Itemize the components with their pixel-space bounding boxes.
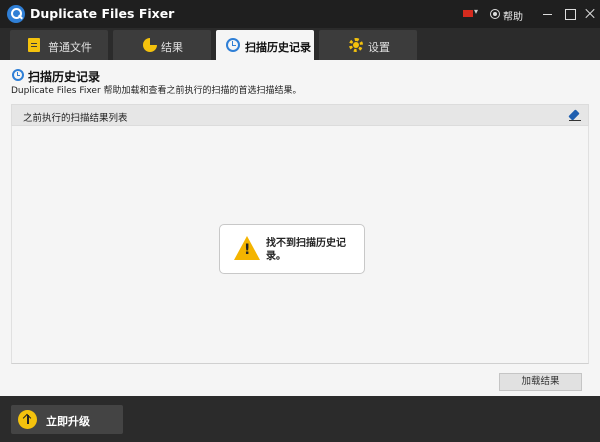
maximize-button[interactable] [560,4,580,24]
app-logo-icon [7,5,25,23]
tab-label: 设置 [368,41,390,54]
empty-state-message: 找不到扫描历史记录。 [219,224,365,274]
chevron-down-icon[interactable]: ▾ [474,7,478,16]
eraser-icon[interactable] [568,108,582,122]
scan-list-header: 之前执行的扫描结果列表 [11,104,589,126]
main-content: 扫描历史记录 Duplicate Files Fixer 帮助加载和查看之前执行… [0,60,600,396]
bottom-bar: 立即升级 [0,396,600,442]
app-title: Duplicate Files Fixer [30,6,175,21]
scan-list-title: 之前执行的扫描结果列表 [23,113,128,124]
tab-label: 普通文件 [48,41,92,54]
upgrade-now-button[interactable]: 立即升级 [11,405,123,434]
tab-normal-files[interactable]: 普通文件 [10,30,108,60]
tab-label: 结果 [161,41,183,54]
warning-icon [234,236,260,260]
help-icon[interactable] [490,9,500,19]
help-menu[interactable]: 帮助 [503,8,523,23]
minimize-button[interactable] [538,4,558,24]
tab-results[interactable]: 结果 [113,30,211,60]
tab-label: 扫描历史记录 [245,41,311,54]
tab-settings[interactable]: 设置 [319,30,417,60]
arrow-up-icon [18,410,37,429]
history-icon [12,69,24,81]
pie-chart-icon [143,38,157,52]
gear-icon [349,38,363,52]
language-flag-icon[interactable] [463,10,473,17]
upgrade-label: 立即升级 [46,415,90,428]
title-bar: Duplicate Files Fixer ▾ 帮助 [0,0,600,28]
document-icon [28,38,40,52]
tab-scan-history[interactable]: 扫描历史记录 [216,30,314,60]
scan-results-list[interactable]: 找不到扫描历史记录。 [11,126,589,364]
close-button[interactable] [580,4,600,24]
empty-state-text: 找不到扫描历史记录。 [266,238,346,262]
history-icon [226,38,240,52]
tab-bar: 普通文件 结果 扫描历史记录 设置 [0,28,600,60]
page-description: Duplicate Files Fixer 帮助加载和查看之前执行的扫描的首选扫… [11,86,302,96]
load-results-button[interactable]: 加载结果 [499,373,582,391]
